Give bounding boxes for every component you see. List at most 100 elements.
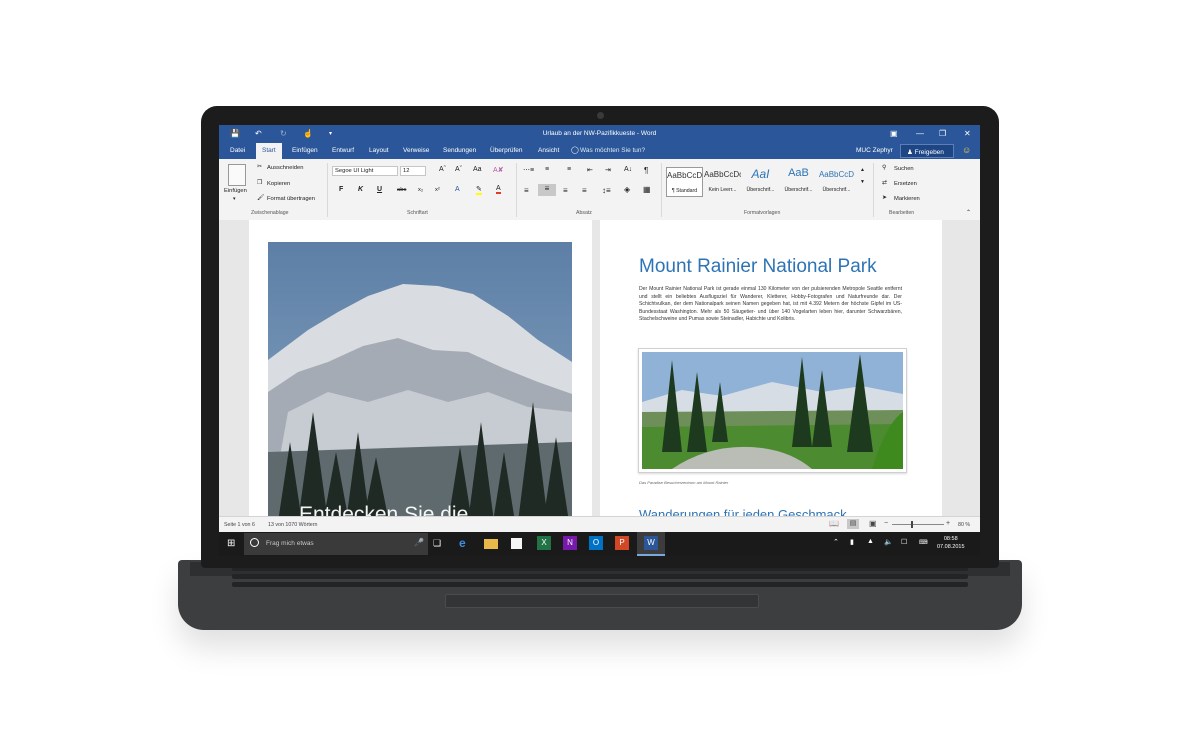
replace-button[interactable]: Ersetzen — [894, 181, 917, 187]
style-heading-2[interactable]: AaB Überschrif... — [780, 167, 817, 197]
tell-me-box[interactable]: Was möchten Sie tun? — [580, 147, 645, 154]
style-no-spacing[interactable]: AaBbCcDc Kein Leerr... — [704, 167, 741, 197]
shading-icon[interactable]: ◈ — [624, 185, 630, 194]
battery-icon[interactable]: ▮ — [850, 538, 854, 546]
align-left-icon[interactable]: ≡ — [524, 186, 529, 195]
zoom-slider-thumb[interactable] — [911, 521, 913, 528]
share-button[interactable]: ♟ Freigeben — [900, 144, 954, 158]
shrink-font-icon[interactable]: Aˇ — [455, 166, 462, 173]
bullets-icon[interactable]: ⋯≡ — [523, 166, 534, 174]
zoom-level[interactable]: 80 % — [958, 522, 970, 528]
change-case-icon[interactable]: Aa — [473, 166, 482, 173]
collapse-ribbon-icon[interactable]: ⌃ — [966, 209, 971, 216]
highlight-icon[interactable]: ✎ — [476, 185, 482, 195]
align-right-icon[interactable]: ≡ — [563, 186, 568, 195]
font-size-select[interactable]: 12 — [400, 166, 426, 176]
styles-more-icon[interactable]: ▼ — [860, 179, 865, 185]
zoom-slider[interactable] — [892, 524, 944, 525]
italic-button[interactable]: K — [358, 186, 363, 193]
volume-icon[interactable]: 🔈 — [884, 538, 893, 546]
underline-button[interactable]: U — [377, 186, 382, 193]
zoom-out-icon[interactable]: − — [884, 520, 888, 527]
line-spacing-icon[interactable]: ↕≡ — [602, 186, 611, 195]
bold-button[interactable]: F — [339, 186, 343, 193]
font-name-select[interactable]: Segoe UI Light — [332, 166, 398, 176]
group-label-styles: Formatvorlagen — [744, 210, 781, 216]
styles-scroll-up-icon[interactable]: ▲ — [860, 167, 865, 173]
borders-icon[interactable]: ▦ — [643, 185, 651, 194]
copy-button[interactable]: Kopieren — [267, 181, 290, 187]
chevron-up-icon[interactable]: ⌃ — [833, 538, 839, 546]
multilevel-list-icon[interactable]: ≡ — [567, 166, 571, 173]
page-count[interactable]: Seite 1 von 6 — [224, 522, 255, 528]
web-layout-icon[interactable]: ▣ — [869, 519, 877, 528]
find-button[interactable]: Suchen — [894, 166, 914, 172]
edge-browser-icon[interactable]: e — [459, 536, 473, 550]
sort-icon[interactable]: A↓ — [624, 166, 632, 173]
tab-start[interactable]: Start — [256, 143, 282, 159]
minimize-icon[interactable]: — — [916, 129, 924, 139]
action-center-icon[interactable]: ☐ — [901, 538, 907, 546]
tab-layout[interactable]: Layout — [369, 147, 389, 154]
page-content[interactable]: Mount Rainier National Park Der Mount Ra… — [600, 220, 942, 516]
file-explorer-icon[interactable] — [484, 539, 498, 549]
network-icon[interactable]: ▲ — [867, 538, 874, 545]
cortana-search-box[interactable]: Frag mich etwas 🎤 — [244, 533, 428, 555]
text-effects-icon[interactable]: A — [455, 186, 460, 193]
excel-icon[interactable]: X — [537, 536, 551, 550]
restore-icon[interactable]: ❐ — [939, 129, 946, 139]
microphone-icon[interactable]: 🎤 — [414, 538, 424, 547]
paste-icon[interactable] — [228, 164, 246, 186]
divider — [327, 163, 328, 217]
superscript-button[interactable]: x² — [435, 187, 440, 193]
onenote-icon[interactable]: N — [563, 536, 577, 550]
grow-font-icon[interactable]: Aˆ — [439, 166, 446, 173]
document-canvas[interactable]: Entdecken Sie die Mount Rainier National… — [219, 220, 980, 516]
pilcrow-icon[interactable]: ¶ — [644, 166, 648, 175]
read-mode-icon[interactable]: 📖 — [829, 519, 839, 528]
tab-ueberpruefen[interactable]: Überprüfen — [490, 147, 523, 154]
style-heading-3[interactable]: AaBbCcD Überschrif... — [818, 167, 855, 197]
style-standard[interactable]: AaBbCcD ¶ Standard — [666, 167, 703, 197]
clear-format-icon[interactable]: A✘ — [493, 166, 504, 174]
mountain-cover-image — [268, 242, 572, 516]
tab-entwurf[interactable]: Entwurf — [332, 147, 354, 154]
chevron-down-icon[interactable]: ▾ — [233, 196, 236, 202]
justify-icon[interactable]: ≡ — [582, 186, 587, 195]
tab-verweise[interactable]: Verweise — [403, 147, 429, 154]
close-icon[interactable]: ✕ — [964, 129, 971, 139]
align-center-icon[interactable]: ≡ — [538, 184, 556, 196]
user-name[interactable]: MUC Zephyr — [856, 147, 893, 154]
outlook-icon[interactable]: O — [589, 536, 603, 550]
tab-datei[interactable]: Datei — [230, 147, 245, 154]
decrease-indent-icon[interactable]: ⇤ — [587, 166, 593, 174]
word-taskbar-button[interactable]: W — [637, 532, 665, 556]
format-painter-button[interactable]: Format übertragen — [267, 196, 315, 202]
word-count[interactable]: 13 von 1070 Wörtern — [268, 522, 317, 528]
task-view-icon[interactable]: ❏ — [433, 538, 441, 549]
keyboard-icon[interactable]: ⌨ — [919, 539, 928, 546]
divider — [516, 163, 517, 217]
style-heading-1[interactable]: AaI Überschrif... — [742, 167, 779, 197]
powerpoint-icon[interactable]: P — [615, 536, 629, 550]
numbering-icon[interactable]: ≡ — [545, 166, 549, 173]
store-icon[interactable] — [511, 538, 522, 549]
print-layout-icon[interactable]: ▤ — [847, 519, 859, 529]
cut-button[interactable]: Ausschneiden — [267, 165, 303, 171]
zoom-in-icon[interactable]: + — [946, 520, 950, 527]
increase-indent-icon[interactable]: ⇥ — [605, 166, 611, 174]
taskbar-clock[interactable]: 08:58 07.08.2015 — [937, 535, 965, 551]
tab-ansicht[interactable]: Ansicht — [538, 147, 559, 154]
subscript-button[interactable]: x₂ — [418, 187, 423, 193]
tab-sendungen[interactable]: Sendungen — [443, 147, 476, 154]
page-cover[interactable]: Entdecken Sie die — [249, 220, 592, 516]
windows-start-icon[interactable]: ⊞ — [227, 538, 235, 549]
ribbon-display-icon[interactable]: ▣ — [890, 129, 898, 139]
font-color-icon[interactable]: A — [496, 185, 501, 194]
copy-icon: ❐ — [257, 180, 263, 186]
smiley-feedback-icon[interactable]: ☺ — [962, 145, 971, 155]
select-button[interactable]: Markieren — [894, 196, 920, 202]
strikethrough-button[interactable]: abc — [397, 187, 406, 193]
tab-einfuegen[interactable]: Einfügen — [292, 147, 318, 154]
paste-button[interactable]: Einfügen — [224, 188, 247, 194]
